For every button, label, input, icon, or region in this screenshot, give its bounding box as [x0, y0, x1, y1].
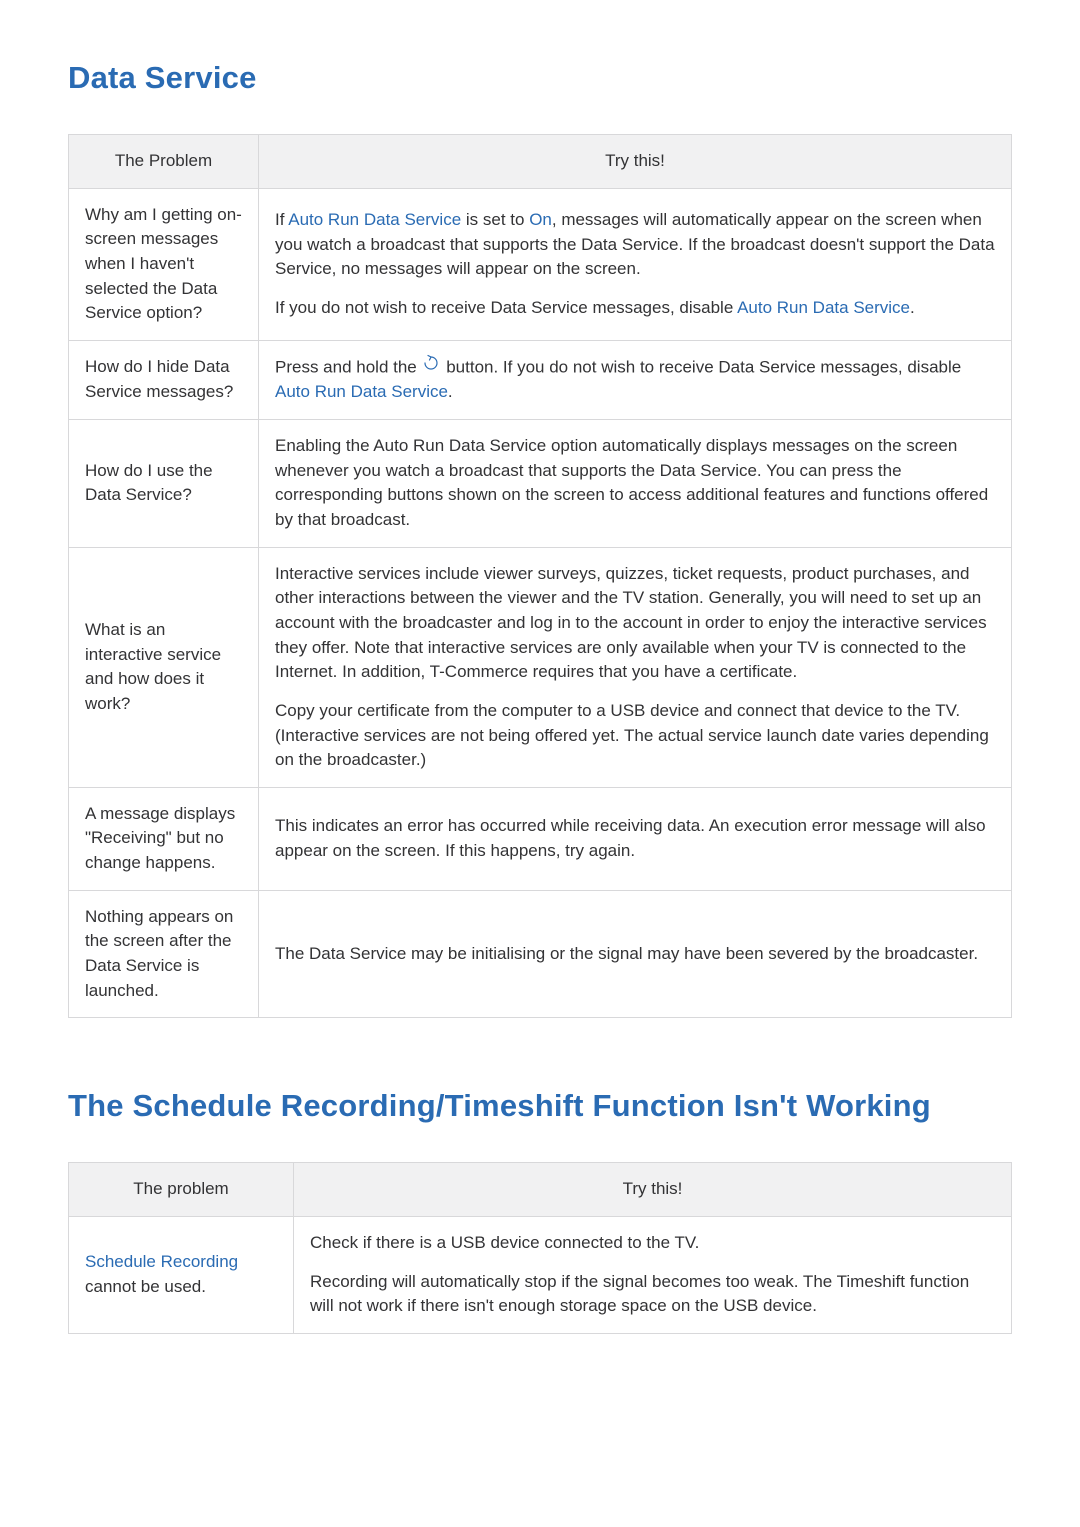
text-fragment: The Data Service may be initialising or …: [275, 944, 978, 963]
text-fragment: Press and hold the: [275, 357, 421, 376]
text-fragment: If: [275, 210, 288, 229]
solution-cell: If Auto Run Data Service is set to On, m…: [259, 188, 1012, 340]
problem-cell: What is an interactive service and how d…: [69, 547, 259, 787]
table-row: A message displays "Receiving" but no ch…: [69, 787, 1012, 890]
col-header-solution: Try this!: [259, 135, 1012, 189]
text-fragment: .: [448, 382, 453, 401]
solution-cell: Interactive services include viewer surv…: [259, 547, 1012, 787]
text-fragment: On: [529, 210, 552, 229]
solution-paragraph: Copy your certificate from the computer …: [275, 699, 995, 773]
text-fragment: Auto Run Data Service: [275, 382, 448, 401]
solution-cell: This indicates an error has occurred whi…: [259, 787, 1012, 890]
table-row: Nothing appears on the screen after the …: [69, 890, 1012, 1018]
text-fragment: .: [910, 298, 915, 317]
solution-paragraph: The Data Service may be initialising or …: [275, 942, 995, 967]
text-fragment: If you do not wish to receive Data Servi…: [275, 298, 737, 317]
table-row: How do I use the Data Service?Enabling t…: [69, 420, 1012, 548]
problem-cell: Why am I getting on-screen messages when…: [69, 188, 259, 340]
problem-cell: Schedule Recording cannot be used.: [69, 1216, 294, 1333]
table-row: Schedule Recording cannot be used. Check …: [69, 1216, 1012, 1333]
problem-cell: How do I hide Data Service messages?: [69, 340, 259, 419]
text-fragment: Recording will automatically stop if the…: [310, 1272, 969, 1316]
text-fragment: This indicates an error has occurred whi…: [275, 816, 986, 860]
return-icon: [422, 354, 440, 380]
problem-cell: How do I use the Data Service?: [69, 420, 259, 548]
data-service-table: The Problem Try this! Why am I getting o…: [68, 134, 1012, 1018]
solution-paragraph: Press and hold the button. If you do not…: [275, 355, 995, 405]
text-fragment: Auto Run Data Service: [737, 298, 910, 317]
section-heading-timeshift: The Schedule Recording/Timeshift Functio…: [68, 1088, 1012, 1124]
col-header-solution: Try this!: [294, 1163, 1012, 1217]
solution-cell: Enabling the Auto Run Data Service optio…: [259, 420, 1012, 548]
text-fragment: button. If you do not wish to receive Da…: [441, 357, 961, 376]
solution-paragraph: If you do not wish to receive Data Servi…: [275, 296, 995, 321]
table-row: What is an interactive service and how d…: [69, 547, 1012, 787]
solution-paragraph: Enabling the Auto Run Data Service optio…: [275, 434, 995, 533]
solution-cell: Press and hold the button. If you do not…: [259, 340, 1012, 419]
solution-paragraph: Interactive services include viewer surv…: [275, 562, 995, 685]
col-header-problem: The Problem: [69, 135, 259, 189]
table-row: Why am I getting on-screen messages when…: [69, 188, 1012, 340]
text-fragment: cannot be used.: [85, 1277, 206, 1296]
text-fragment: is set to: [461, 210, 529, 229]
text-fragment: Auto Run Data Service: [288, 210, 461, 229]
problem-cell: A message displays "Receiving" but no ch…: [69, 787, 259, 890]
solution-paragraph: Recording will automatically stop if the…: [310, 1270, 995, 1319]
solution-paragraph: Check if there is a USB device connected…: [310, 1231, 995, 1256]
solution-cell: The Data Service may be initialising or …: [259, 890, 1012, 1018]
text-fragment: Check if there is a USB device connected…: [310, 1233, 699, 1252]
text-fragment: Schedule Recording: [85, 1252, 238, 1271]
text-fragment: Enabling the Auto Run Data Service optio…: [275, 436, 988, 529]
problem-cell: Nothing appears on the screen after the …: [69, 890, 259, 1018]
solution-cell: Check if there is a USB device connected…: [294, 1216, 1012, 1333]
text-fragment: Copy your certificate from the computer …: [275, 701, 989, 769]
timeshift-table: The problem Try this! Schedule Recording…: [68, 1162, 1012, 1334]
table-row: How do I hide Data Service messages? Pres…: [69, 340, 1012, 419]
solution-paragraph: If Auto Run Data Service is set to On, m…: [275, 208, 995, 282]
section-heading-data-service: Data Service: [68, 60, 1012, 96]
text-fragment: Interactive services include viewer surv…: [275, 564, 987, 682]
solution-paragraph: This indicates an error has occurred whi…: [275, 814, 995, 863]
col-header-problem: The problem: [69, 1163, 294, 1217]
